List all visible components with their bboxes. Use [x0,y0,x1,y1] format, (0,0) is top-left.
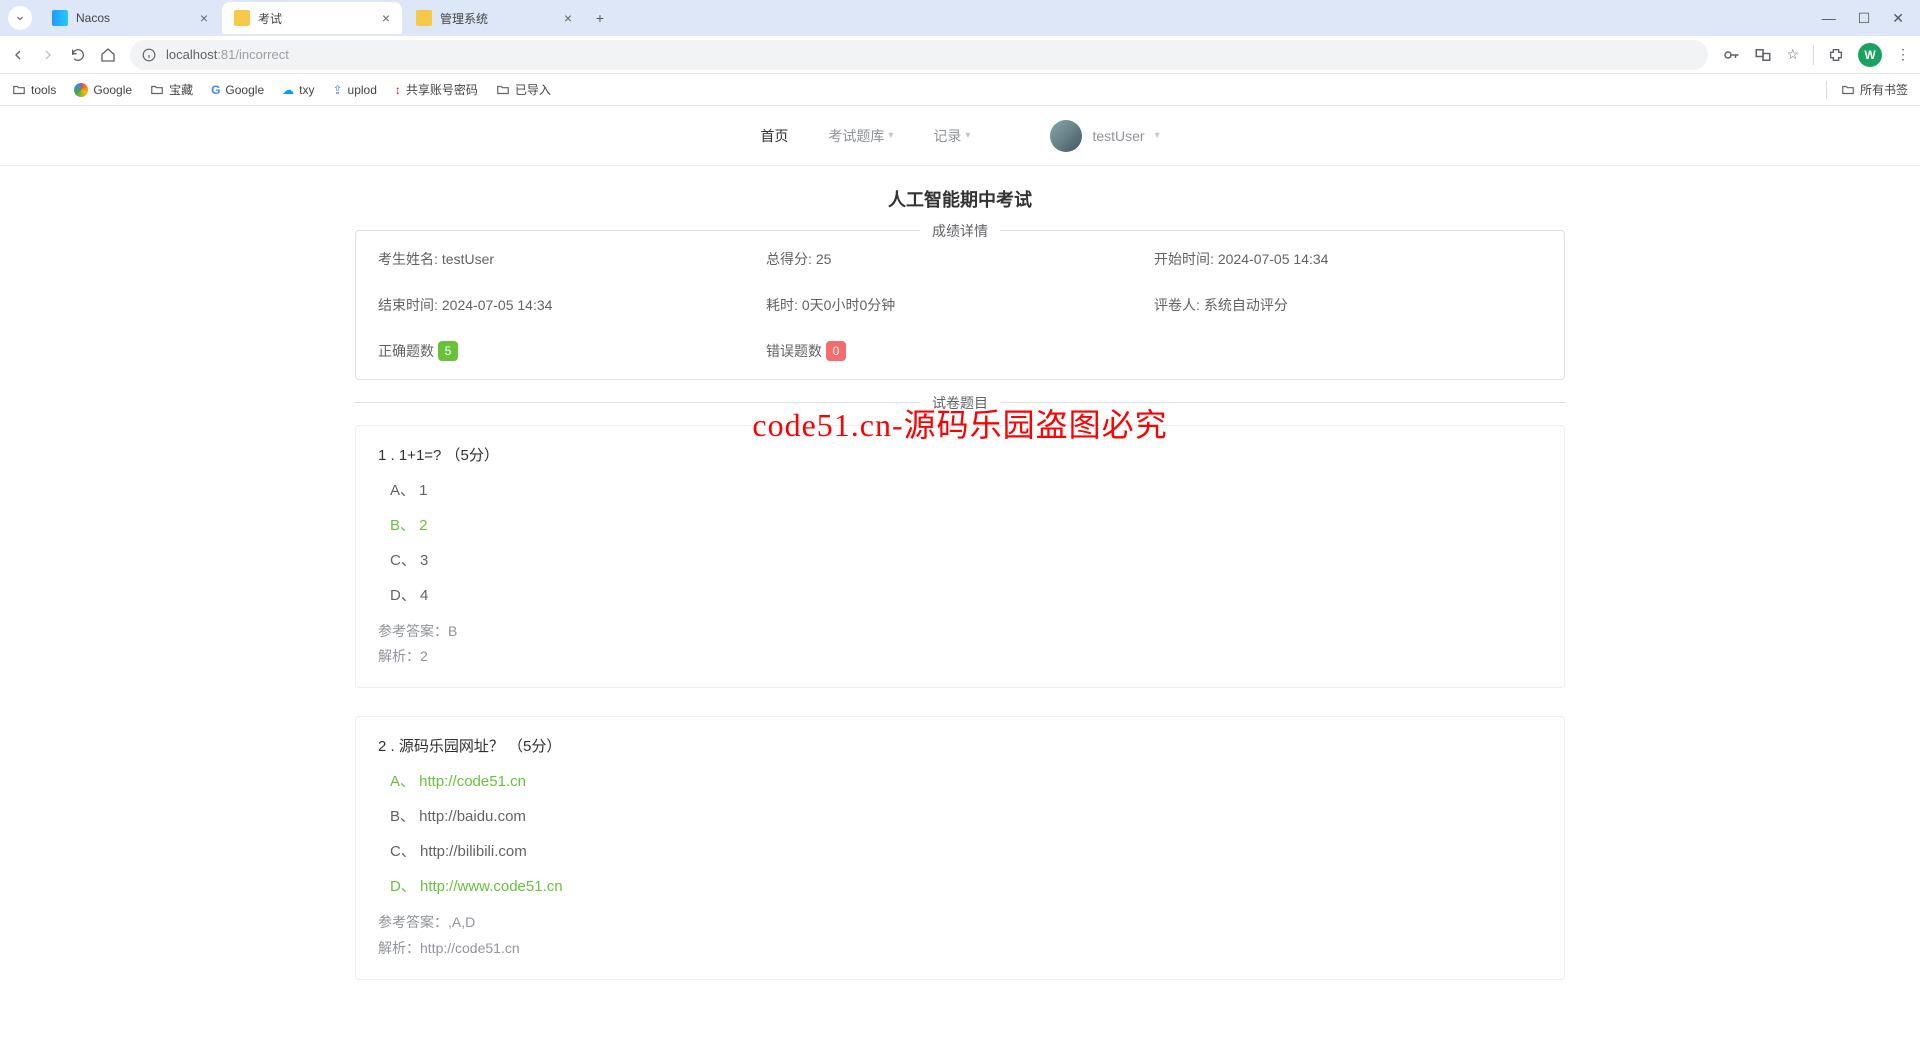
google-icon [74,83,88,97]
tab-strip: Nacos × 考试 × 管理系统 × + — ☐ ✕ [0,0,1920,36]
maximize-icon[interactable]: ☐ [1858,10,1871,27]
tab-search-button[interactable] [8,6,32,30]
password-icon[interactable] [1722,45,1740,63]
bookmark-item[interactable]: 宝藏 [150,81,193,98]
wrong-badge: 0 [826,341,846,361]
share-icon: ↕ [395,83,401,97]
upload-icon: ⇪ [332,83,342,97]
question-meta: 参考答案：B解析：2 [378,619,1542,669]
new-tab-button[interactable]: + [586,4,614,32]
question-card: 2 . 源码乐园网址？ （5分） A、 http://code51.cn B、 ht… [355,716,1565,979]
start-time: 开始时间: 2024-07-05 14:34 [1154,249,1542,269]
chevron-down-icon: ▾ [965,130,970,141]
bookmark-item[interactable]: Google [74,83,132,97]
reload-icon[interactable] [70,46,86,63]
nav-records[interactable]: 记录 ▾ [933,126,970,146]
bookmark-star-icon[interactable]: ☆ [1786,46,1799,63]
nav-exam-bank[interactable]: 考试题库 ▾ [828,126,893,146]
close-icon[interactable]: × [564,10,572,26]
chevron-down-icon [14,12,26,24]
question-option[interactable]: B、 http://baidu.com [390,805,1542,826]
avatar [1050,120,1082,152]
folder-icon [12,83,26,97]
folder-icon [496,83,510,97]
question-meta: 参考答案：,A,D解析：http://code51.cn [378,910,1542,960]
minimize-icon[interactable]: — [1822,10,1836,27]
score-legend: 成绩详情 [920,221,1000,241]
browser-chrome: Nacos × 考试 × 管理系统 × + — ☐ ✕ localhost:81… [0,0,1920,106]
correct-badge: 5 [438,341,458,361]
close-icon[interactable]: × [382,10,390,26]
back-icon[interactable] [10,46,26,63]
tab-title: 管理系统 [440,10,488,27]
chevron-down-icon: ▾ [888,130,893,141]
extensions-icon[interactable] [1828,46,1844,63]
page-nav: 首页 考试题库 ▾ 记录 ▾ testUser ▾ [0,106,1920,166]
bookmark-item[interactable]: ☁txy [282,83,314,97]
exam-title: 人工智能期中考试 [355,186,1565,212]
url-text: localhost:81/incorrect [166,47,289,62]
tab-favicon-icon [234,10,250,26]
browser-tab-exam[interactable]: 考试 × [222,2,402,34]
question-option[interactable]: A、 http://code51.cn [390,770,1542,791]
cloud-icon: ☁ [282,83,294,97]
question-option[interactable]: C、 http://bilibili.com [390,840,1542,861]
chevron-down-icon: ▾ [1155,130,1160,141]
google-icon: G [211,83,220,97]
browser-tab-admin[interactable]: 管理系统 × [404,2,584,34]
question-title: 2 . 源码乐园网址？ （5分） [378,735,1542,756]
bookmark-item[interactable]: GGoogle [211,83,264,97]
translate-icon[interactable] [1754,45,1772,63]
close-icon[interactable]: × [200,10,208,26]
total-score: 总得分: 25 [766,249,1154,269]
question-title: 1 . 1+1=? （5分） [378,444,1542,465]
bookmark-item[interactable]: ↕共享账号密码 [395,81,478,98]
url-input[interactable]: localhost:81/incorrect [130,40,1708,70]
end-time: 结束时间: 2024-07-05 14:34 [378,295,766,315]
user-menu[interactable]: testUser ▾ [1050,120,1159,152]
profile-avatar[interactable]: W [1858,43,1882,67]
bookmark-item[interactable]: ⇪uplod [332,83,376,97]
tab-favicon-icon [52,10,68,26]
home-icon[interactable] [100,46,116,63]
wrong-count: 错误题数0 [766,341,1154,361]
bookmark-item[interactable]: 已导入 [496,81,551,98]
site-info-icon[interactable] [142,48,156,62]
close-window-icon[interactable]: ✕ [1892,10,1904,27]
folder-icon [150,83,164,97]
all-bookmarks-button[interactable]: 所有书签 [1841,81,1908,98]
correct-count: 正确题数5 [378,341,766,361]
address-bar: localhost:81/incorrect ☆ W ⋮ [0,36,1920,74]
forward-icon[interactable] [40,46,56,63]
questions-panel: 试卷题目 1 . 1+1=? （5分）A、 1B、 2C、 3D、 4参考答案：… [355,402,1565,980]
score-panel: 成绩详情 考生姓名: testUser 总得分: 25 开始时间: 2024-0… [355,230,1565,380]
browser-tab-nacos[interactable]: Nacos × [40,2,220,34]
question-option[interactable]: A、 1 [390,479,1542,500]
tab-title: 考试 [258,10,282,27]
tab-favicon-icon [416,10,432,26]
grader: 评卷人: 系统自动评分 [1154,295,1542,315]
window-controls: — ☐ ✕ [1822,10,1920,27]
menu-dots-icon[interactable]: ⋮ [1896,46,1910,63]
duration: 耗时: 0天0小时0分钟 [766,295,1154,315]
nav-home[interactable]: 首页 [760,126,788,146]
tab-title: Nacos [76,11,110,25]
question-option[interactable]: D、 http://www.code51.cn [390,875,1542,896]
folder-icon [1841,83,1855,97]
main-container: 人工智能期中考试 成绩详情 考生姓名: testUser 总得分: 25 开始时… [355,166,1565,1028]
questions-legend: 试卷题目 [920,393,1000,413]
candidate-name: 考生姓名: testUser [378,249,766,269]
question-option[interactable]: C、 3 [390,549,1542,570]
question-option[interactable]: B、 2 [390,514,1542,535]
bookmarks-bar: tools Google 宝藏 GGoogle ☁txy ⇪uplod ↕共享账… [0,74,1920,106]
username-label: testUser [1092,128,1144,144]
bookmark-item[interactable]: tools [12,83,56,97]
question-option[interactable]: D、 4 [390,584,1542,605]
question-card: 1 . 1+1=? （5分） A、 1 B、 2 C、 3 D、 4 参考答案：B解析：2 [355,425,1565,688]
